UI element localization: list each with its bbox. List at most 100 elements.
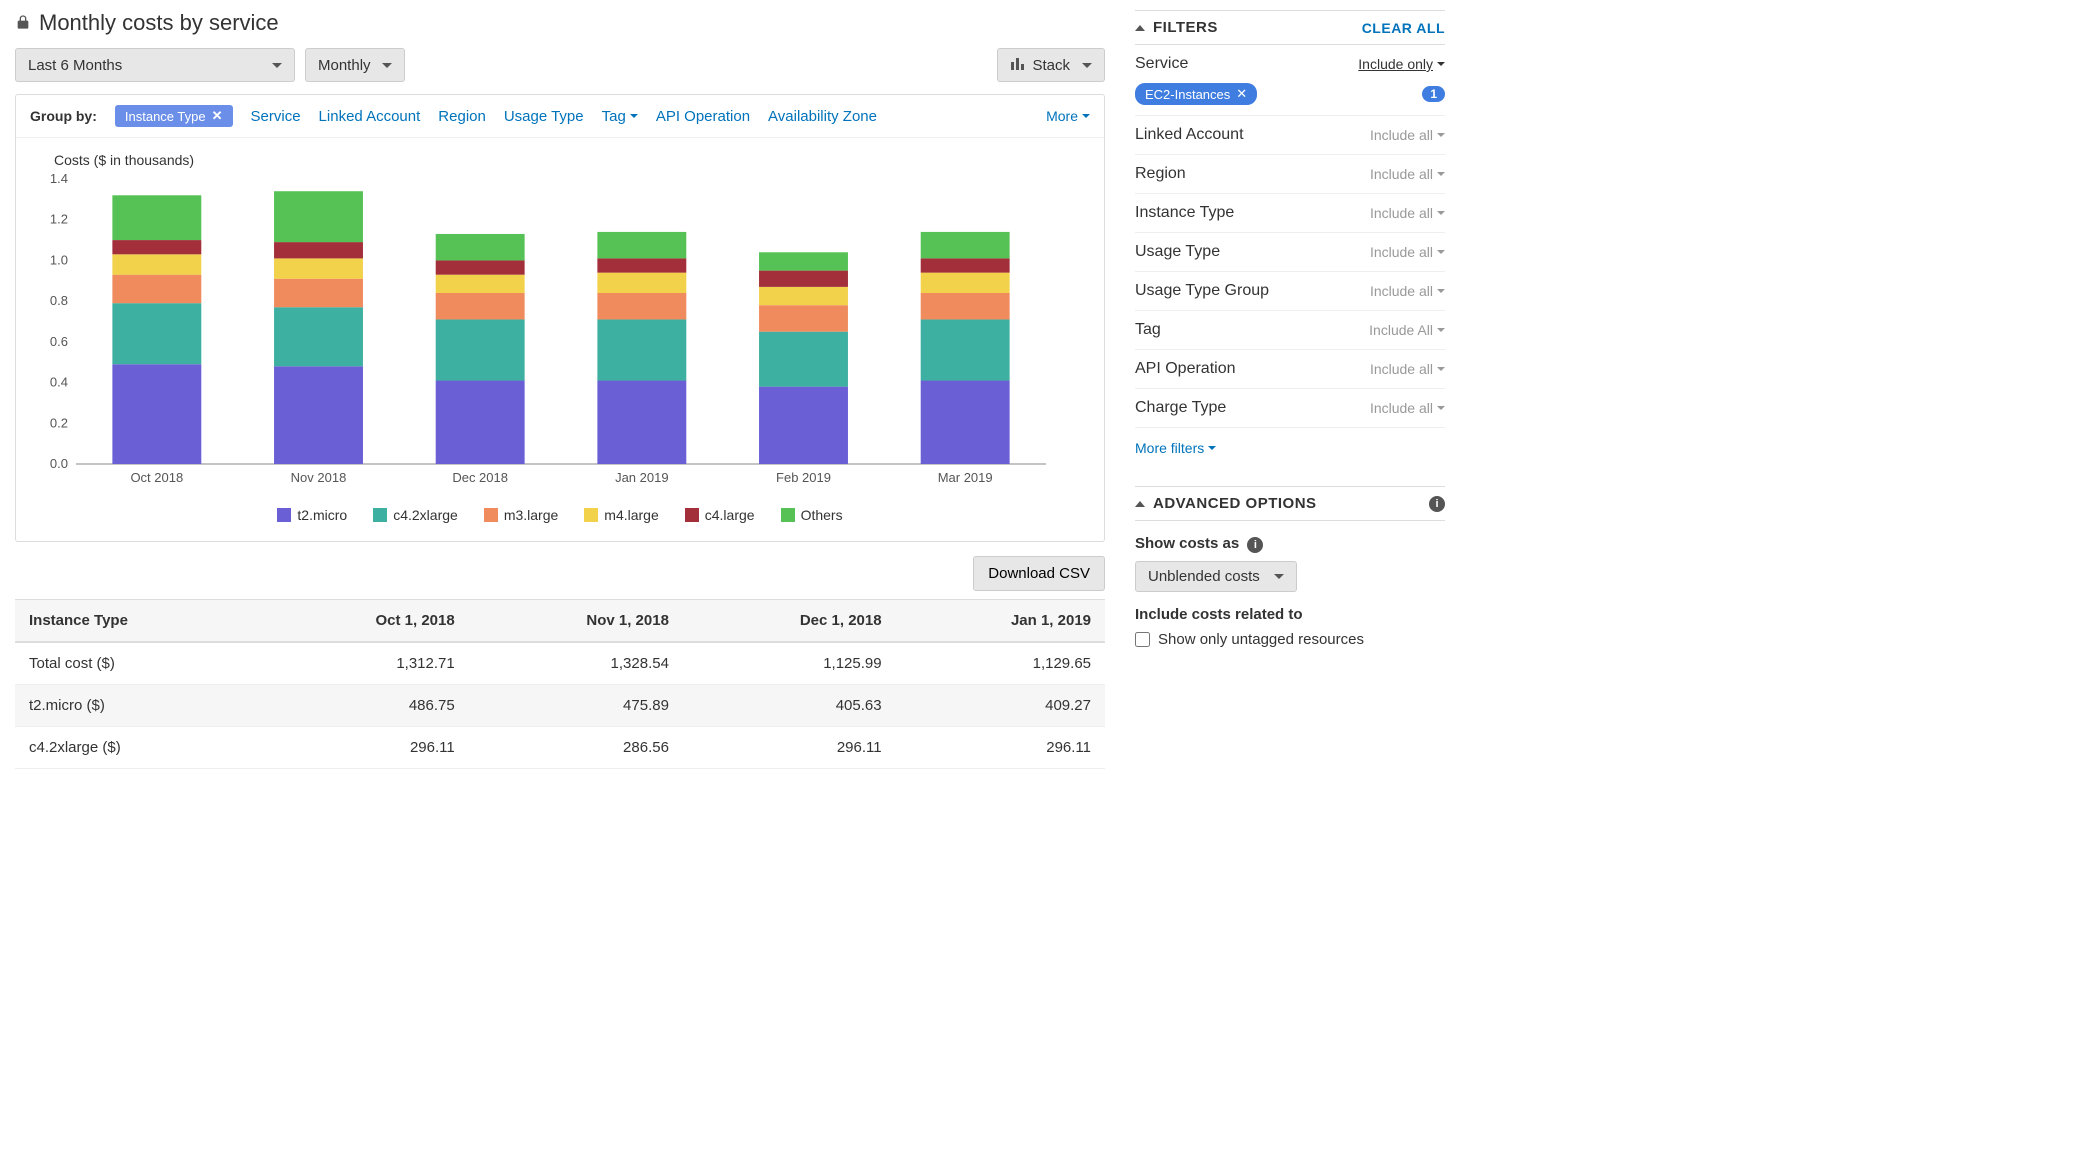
groupby-active-text: Instance Type: [125, 109, 206, 124]
service-chip[interactable]: EC2-Instances ✕: [1135, 83, 1257, 105]
stack-label: Stack: [1032, 57, 1070, 74]
chevron-down-icon: [1437, 172, 1445, 176]
legend-swatch: [685, 508, 699, 522]
page-title-row: Monthly costs by service: [15, 10, 1105, 36]
chevron-down-icon: [1437, 62, 1445, 66]
untagged-checkbox[interactable]: [1135, 632, 1150, 647]
table-cell: 1,129.65: [896, 642, 1105, 685]
filter-row[interactable]: Charge TypeInclude all: [1135, 389, 1445, 428]
info-icon[interactable]: i: [1429, 496, 1445, 512]
legend-item[interactable]: c4.large: [685, 507, 755, 523]
info-icon[interactable]: i: [1247, 537, 1263, 553]
filter-label: Tag: [1135, 321, 1161, 339]
advanced-title: ADVANCED OPTIONS: [1153, 495, 1317, 512]
filters-header[interactable]: FILTERS CLEAR ALL: [1135, 10, 1445, 45]
table-row: Total cost ($)1,312.711,328.541,125.991,…: [15, 642, 1105, 685]
chevron-down-icon: [272, 63, 282, 68]
filter-row[interactable]: Usage Type Include all: [1135, 233, 1445, 272]
chart-area: Costs ($ in thousands) 0.00.20.40.60.81.…: [16, 138, 1104, 541]
table-header: Dec 1, 2018: [683, 600, 896, 643]
legend-item[interactable]: Others: [781, 507, 843, 523]
filter-value[interactable]: Include all: [1370, 127, 1445, 143]
granularity-label: Monthly: [318, 57, 371, 74]
groupby-more[interactable]: More: [1046, 108, 1090, 124]
filter-value[interactable]: Include all: [1370, 283, 1445, 299]
table-cell: 486.75: [261, 685, 469, 727]
untagged-checkbox-row[interactable]: Show only untagged resources: [1135, 631, 1445, 648]
groupby-option-linked-account[interactable]: Linked Account: [319, 108, 421, 125]
cost-type-select[interactable]: Unblended costs: [1135, 561, 1297, 592]
svg-text:0.4: 0.4: [50, 375, 68, 390]
legend-item[interactable]: m3.large: [484, 507, 558, 523]
chevron-down-icon: [382, 63, 392, 68]
svg-text:1.0: 1.0: [50, 252, 68, 267]
show-costs-as-label: Show costs as i: [1135, 535, 1445, 553]
table-body: Total cost ($)1,312.711,328.541,125.991,…: [15, 642, 1105, 769]
table-header: Jan 1, 2019: [896, 600, 1105, 643]
filter-value[interactable]: Include all: [1370, 400, 1445, 416]
filter-value[interactable]: Include All: [1369, 322, 1445, 338]
filter-label: Usage Type: [1135, 243, 1220, 261]
legend-item[interactable]: t2.micro: [277, 507, 347, 523]
sidebar: FILTERS CLEAR ALL Service Include only E…: [1120, 0, 1460, 779]
chart-panel: Group by: Instance Type ✕ Service Linked…: [15, 94, 1105, 542]
stack-button[interactable]: Stack: [997, 48, 1105, 82]
legend-item[interactable]: c4.2xlarge: [373, 507, 458, 523]
groupby-label: Group by:: [30, 108, 97, 124]
filter-value[interactable]: Include all: [1370, 205, 1445, 221]
clear-all-link[interactable]: CLEAR ALL: [1362, 20, 1445, 36]
download-csv-button[interactable]: Download CSV: [973, 556, 1105, 591]
svg-text:Feb 2019: Feb 2019: [776, 470, 831, 485]
filter-row[interactable]: Instance TypeInclude all: [1135, 194, 1445, 233]
table-cell: 1,328.54: [469, 642, 683, 685]
groupby-option-tag[interactable]: Tag: [602, 108, 638, 125]
close-icon[interactable]: ✕: [212, 108, 223, 124]
chevron-down-icon: [1208, 446, 1216, 450]
filter-label: Usage Type Group: [1135, 282, 1269, 300]
chart-legend: t2.micro c4.2xlarge m3.large m4.large c4.lar…: [36, 507, 1084, 523]
filter-row[interactable]: Usage Type Group Include all: [1135, 272, 1445, 311]
chevron-down-icon: [1274, 574, 1284, 579]
filter-value[interactable]: Include all: [1370, 244, 1445, 260]
filter-row[interactable]: API OperationInclude all: [1135, 350, 1445, 389]
groupby-active-chip[interactable]: Instance Type ✕: [115, 105, 233, 127]
chevron-down-icon: [1437, 133, 1445, 137]
cost-table: Instance TypeOct 1, 2018Nov 1, 2018Dec 1…: [15, 599, 1105, 769]
svg-text:0.8: 0.8: [50, 293, 68, 308]
filter-value[interactable]: Include all: [1370, 361, 1445, 377]
groupby-option-availability-zone[interactable]: Availability Zone: [768, 108, 877, 125]
filter-row[interactable]: Tag Include All: [1135, 311, 1445, 350]
groupby-option-api-operation[interactable]: API Operation: [656, 108, 750, 125]
more-filters-link[interactable]: More filters: [1135, 428, 1216, 468]
filter-row-service[interactable]: Service Include only: [1135, 45, 1445, 77]
table-cell: t2.micro ($): [15, 685, 261, 727]
legend-item[interactable]: m4.large: [584, 507, 658, 523]
advanced-header[interactable]: ADVANCED OPTIONS i: [1135, 486, 1445, 521]
chevron-down-icon: [630, 114, 638, 118]
svg-text:0.6: 0.6: [50, 334, 68, 349]
date-range-select[interactable]: Last 6 Months: [15, 48, 295, 82]
filter-value[interactable]: Include all: [1370, 166, 1445, 182]
filter-chips-service: EC2-Instances ✕ 1: [1135, 77, 1445, 116]
table-cell: 296.11: [683, 727, 896, 769]
legend-label: Others: [801, 507, 843, 523]
table-cell: 1,312.71: [261, 642, 469, 685]
groupby-option-region[interactable]: Region: [438, 108, 486, 125]
filter-label-service: Service: [1135, 55, 1188, 73]
close-icon[interactable]: ✕: [1236, 86, 1247, 102]
page-title: Monthly costs by service: [39, 10, 279, 36]
chart: 0.00.20.40.60.81.01.21.4Oct 2018Nov 2018…: [36, 174, 1084, 497]
chevron-down-icon: [1437, 406, 1445, 410]
groupby-option-service[interactable]: Service: [251, 108, 301, 125]
chevron-up-icon: [1135, 25, 1145, 31]
filter-mode-service[interactable]: Include only: [1358, 56, 1445, 72]
granularity-select[interactable]: Monthly: [305, 48, 405, 82]
groupby-bar: Group by: Instance Type ✕ Service Linked…: [16, 95, 1104, 138]
svg-text:1.4: 1.4: [50, 174, 68, 186]
table-header: Instance Type: [15, 600, 261, 643]
filter-row[interactable]: RegionInclude all: [1135, 155, 1445, 194]
filter-row[interactable]: Linked AccountInclude all: [1135, 116, 1445, 155]
legend-label: t2.micro: [297, 507, 347, 523]
chevron-down-icon: [1082, 63, 1092, 68]
groupby-option-usage-type[interactable]: Usage Type: [504, 108, 584, 125]
